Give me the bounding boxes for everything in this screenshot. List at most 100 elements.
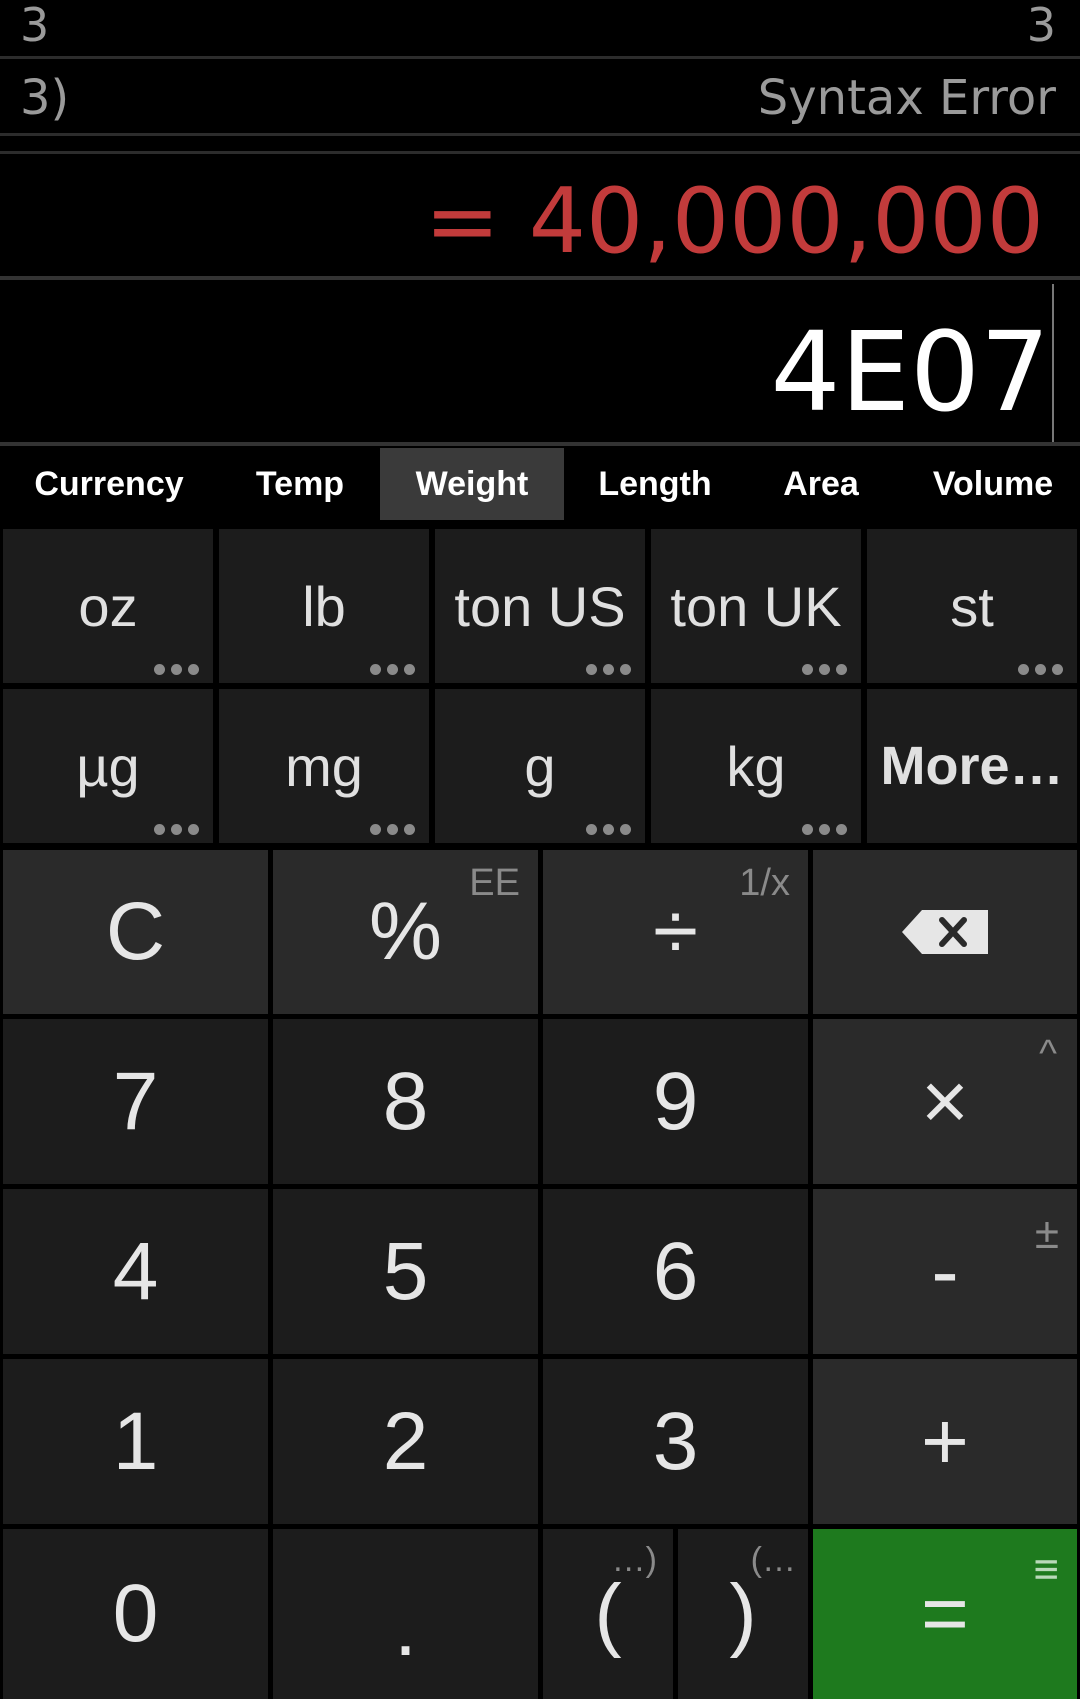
key-label: C	[105, 886, 166, 977]
digit-8-button[interactable]: 8	[273, 1019, 538, 1184]
unit-ton-us-button[interactable]: ton US	[435, 529, 645, 683]
digit-2-button[interactable]: 2	[273, 1359, 538, 1524]
key-label: 2	[382, 1395, 429, 1487]
key-label: 6	[652, 1225, 699, 1317]
digit-1-button[interactable]: 1	[3, 1359, 268, 1524]
unit-g-button[interactable]: g	[435, 689, 645, 843]
history-divider	[0, 151, 1080, 154]
clear-button[interactable]: C	[3, 850, 268, 1014]
more-options-icon	[586, 824, 631, 835]
digit-9-button[interactable]: 9	[543, 1019, 808, 1184]
more-options-icon	[154, 664, 199, 675]
digit-5-button[interactable]: 5	[273, 1189, 538, 1354]
tab-label: Length	[598, 464, 712, 503]
key-label: 7	[112, 1055, 159, 1147]
unit-label: st	[950, 574, 994, 638]
digit-4-button[interactable]: 4	[3, 1189, 268, 1354]
unit-label: More…	[880, 736, 1064, 796]
unit-label: ton UK	[670, 574, 842, 638]
key-label: 4	[112, 1225, 159, 1317]
digit-7-button[interactable]: 7	[3, 1019, 268, 1184]
key-label: ×	[921, 1055, 969, 1147]
unit-label: kg	[726, 734, 786, 798]
equals-button[interactable]: = ≡	[813, 1529, 1077, 1699]
close-paren-button[interactable]: ) (…	[678, 1529, 808, 1699]
key-alt-label: ±	[1034, 1209, 1059, 1258]
key-label: ÷	[652, 886, 698, 977]
multiply-button[interactable]: × ^	[813, 1019, 1077, 1184]
key-label: %	[369, 886, 442, 977]
unit-kg-button[interactable]: kg	[651, 689, 861, 843]
text-cursor	[1052, 284, 1054, 444]
tab-length[interactable]: Length	[580, 448, 730, 520]
more-options-icon	[370, 824, 415, 835]
more-options-icon	[370, 664, 415, 675]
unit-label: lb	[302, 574, 346, 638]
key-alt-label: ^	[1039, 1033, 1057, 1075]
key-label: =	[921, 1568, 969, 1659]
tab-label: Weight	[415, 464, 529, 503]
expression-input[interactable]: 4E07	[771, 312, 1050, 432]
history-result: Syntax Error	[757, 70, 1056, 126]
result-divider	[0, 276, 1080, 280]
history-divider	[0, 56, 1080, 59]
tab-temp[interactable]: Temp	[220, 448, 380, 520]
decimal-button[interactable]: .	[273, 1529, 538, 1699]
key-label: 9	[652, 1055, 699, 1147]
tab-area[interactable]: Area	[760, 448, 882, 520]
backspace-button[interactable]	[813, 850, 1077, 1014]
history-row[interactable]: 3 3	[0, 0, 1080, 56]
unit-ug-button[interactable]: µg	[3, 689, 213, 843]
unit-ton-uk-button[interactable]: ton UK	[651, 529, 861, 683]
unit-st-button[interactable]: st	[867, 529, 1077, 683]
unit-lb-button[interactable]: lb	[219, 529, 429, 683]
divide-button[interactable]: ÷ 1/x	[543, 850, 808, 1014]
history-result: 3	[1026, 0, 1056, 52]
key-label: (	[594, 1568, 622, 1659]
tab-currency[interactable]: Currency	[28, 448, 190, 520]
digit-0-button[interactable]: 0	[3, 1529, 268, 1699]
key-label: .	[394, 1582, 417, 1673]
unit-mg-button[interactable]: mg	[219, 689, 429, 843]
unit-label: µg	[76, 734, 140, 798]
key-label: 0	[112, 1568, 159, 1659]
more-units-button[interactable]: More…	[867, 689, 1077, 843]
history-divider	[0, 133, 1080, 136]
key-label: -	[931, 1225, 959, 1317]
tab-label: Area	[783, 464, 859, 503]
history-row[interactable]: 3) Syntax Error	[0, 60, 1080, 132]
backspace-icon	[902, 910, 988, 954]
key-alt-label: 1/x	[739, 862, 790, 904]
more-options-icon	[154, 824, 199, 835]
unit-label: mg	[285, 734, 363, 798]
more-options-icon	[586, 664, 631, 675]
more-options-icon	[802, 664, 847, 675]
tab-label: Temp	[255, 464, 345, 503]
digit-3-button[interactable]: 3	[543, 1359, 808, 1524]
key-label: 5	[382, 1225, 429, 1317]
history-expression: 3	[20, 0, 50, 52]
key-label: 8	[382, 1055, 429, 1147]
percent-button[interactable]: % EE	[273, 850, 538, 1014]
unit-label: ton US	[454, 574, 626, 638]
more-options-icon	[802, 824, 847, 835]
category-tabs: Currency Temp Weight Length Area Volume	[0, 448, 1080, 520]
key-alt-label: ≡	[1033, 1545, 1059, 1594]
key-label: )	[729, 1568, 757, 1659]
unit-label: g	[524, 734, 556, 798]
plus-button[interactable]: +	[813, 1359, 1077, 1524]
key-label: 1	[112, 1395, 159, 1487]
key-alt-label: …)	[611, 1541, 657, 1579]
key-alt-label: (…	[750, 1541, 796, 1579]
tab-label: Volume	[932, 464, 1054, 503]
input-divider	[0, 442, 1080, 446]
unit-oz-button[interactable]: oz	[3, 529, 213, 683]
history-expression: 3)	[20, 70, 70, 126]
more-options-icon	[1018, 664, 1063, 675]
tab-volume[interactable]: Volume	[918, 448, 1068, 520]
digit-6-button[interactable]: 6	[543, 1189, 808, 1354]
open-paren-button[interactable]: ( …)	[543, 1529, 673, 1699]
minus-button[interactable]: - ±	[813, 1189, 1077, 1354]
unit-label: oz	[78, 574, 138, 638]
tab-weight[interactable]: Weight	[380, 448, 564, 520]
